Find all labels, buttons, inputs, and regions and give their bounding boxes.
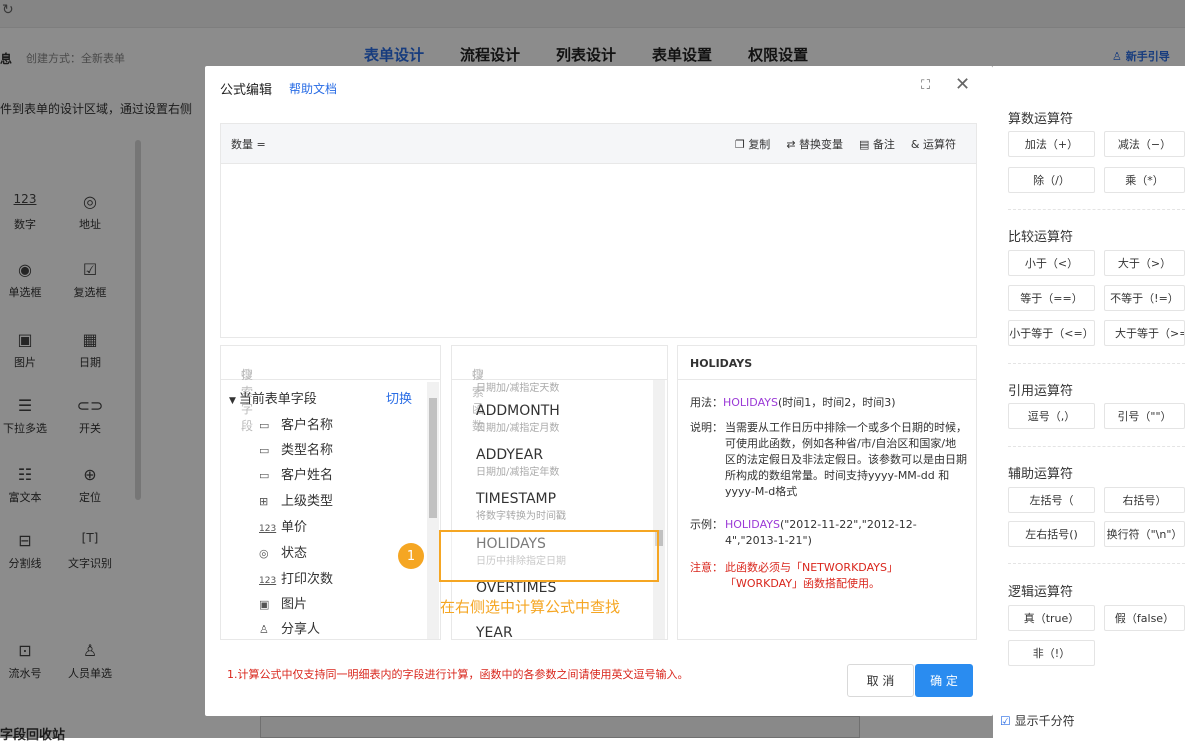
- close-icon[interactable]: ✕: [955, 74, 970, 95]
- op-newline-button[interactable]: 换行符（"\n"）: [1104, 521, 1185, 547]
- op-greater-equal-button[interactable]: 大于等于（>=: [1104, 320, 1185, 346]
- caret-down-icon: ▼: [229, 396, 239, 406]
- replace-icon: ⇄: [786, 138, 800, 151]
- detail-note: 此函数必须与「NETWORKDAYS」「WORKDAY」函数搭配使用。: [725, 561, 898, 590]
- switch-link[interactable]: 切换: [386, 388, 412, 407]
- show-thousands-separator[interactable]: ☑ 显示千分符: [1000, 712, 1075, 729]
- section-arithmetic: 算数运算符: [1008, 112, 1074, 127]
- editor-toolbar: 数量 = ❐ 复制 ⇄ 替换变量 ▤ 备注 & 运算符: [221, 124, 976, 164]
- section-auxiliary: 辅助运算符: [1008, 467, 1074, 482]
- operator-divider: [1008, 563, 1185, 564]
- op-add-button[interactable]: 加法（+）: [1008, 131, 1095, 157]
- function-scrollbar[interactable]: [653, 380, 665, 639]
- op-greater-button[interactable]: 大于（>）: [1104, 250, 1185, 276]
- section-logic: 逻辑运算符: [1008, 585, 1074, 600]
- field-panel: ○ 搜索字段 ▼ 当前表单字段 切换 ▭ 客户名称 ▭ 类型名称 ▭ 客户姓名 ⊞ 上级…: [220, 345, 441, 640]
- function-item[interactable]: 日期加/减指定天数: [476, 379, 646, 394]
- tutorial-step-number: 1: [398, 543, 424, 569]
- formula-target-label: 数量 =: [231, 138, 266, 151]
- op-less-button[interactable]: 小于（<）: [1008, 250, 1095, 276]
- function-item[interactable]: OVERTIMES: [476, 580, 646, 596]
- function-item[interactable]: TIMESTAMP 将数字转换为时间戳: [476, 491, 646, 522]
- detail-example: HOLIDAYS("2012-11-22","2012-12-4","2013-…: [725, 518, 917, 547]
- function-item[interactable]: ADDYEAR 日期加/减指定年数: [476, 447, 646, 478]
- field-group-current[interactable]: ▼ 当前表单字段: [229, 388, 317, 407]
- field-item[interactable]: ♙ 分享人: [259, 618, 320, 637]
- detail-example-label: 示例：: [690, 518, 723, 531]
- field-item[interactable]: 123 单价: [259, 516, 307, 535]
- tree-icon: ⊞: [259, 495, 269, 508]
- function-search-input[interactable]: ○ 搜索函数: [452, 346, 667, 433]
- operator-button[interactable]: & 运算符: [911, 136, 956, 152]
- field-item[interactable]: ◎ 状态: [259, 542, 307, 561]
- copy-button[interactable]: ❐ 复制: [735, 136, 770, 152]
- detail-description: 当需要从工作日历中排除一个或多个日期的时候，可使用此函数，例如各种省/市/自治区…: [725, 421, 967, 498]
- help-doc-link[interactable]: 帮助文档: [289, 80, 337, 97]
- text-field-icon: ▭: [259, 444, 270, 457]
- replace-variable-button[interactable]: ⇄ 替换变量: [786, 136, 843, 152]
- operator-icon: &: [910, 138, 923, 151]
- function-item[interactable]: ADDMONTH 日期加/减指定月数: [476, 403, 646, 434]
- field-item[interactable]: ▭ 类型名称: [259, 439, 333, 458]
- image-icon: ▣: [259, 598, 270, 611]
- text-field-icon: ▭: [259, 419, 270, 432]
- function-item[interactable]: YEAR: [476, 625, 646, 639]
- dialog-title: 公式编辑: [220, 83, 273, 98]
- operator-divider: [1008, 363, 1185, 364]
- op-paren-pair-button[interactable]: 左右括号(): [1008, 521, 1095, 547]
- op-not-equal-button[interactable]: 不等于（!=）: [1104, 285, 1185, 311]
- formula-editor[interactable]: 数量 = ❐ 复制 ⇄ 替换变量 ▤ 备注 & 运算符: [220, 123, 977, 338]
- field-item[interactable]: ▣ 图片: [259, 593, 307, 612]
- detail-note-label: 注意：: [690, 561, 723, 574]
- field-item[interactable]: ▭ 客户姓名: [259, 464, 333, 483]
- op-subtract-button[interactable]: 减法（−）: [1104, 131, 1185, 157]
- op-equal-button[interactable]: 等于（==）: [1008, 285, 1095, 311]
- tutorial-caption: 在右侧选中计算公式中查找: [440, 598, 621, 616]
- formula-editor-dialog: 公式编辑 帮助文档 ⛶ ✕ 数量 = ❐ 复制 ⇄ 替换变量 ▤ 备注 & 运算…: [205, 66, 993, 716]
- text-field-icon: ▭: [259, 469, 270, 482]
- radio-icon: ◎: [259, 547, 269, 560]
- copy-icon: ❐: [734, 138, 749, 151]
- op-multiply-button[interactable]: 乘（*）: [1104, 167, 1185, 193]
- op-quote-button[interactable]: 引号（""）: [1104, 403, 1185, 429]
- operator-divider: [1008, 209, 1185, 210]
- person-icon: ♙: [259, 623, 269, 636]
- tutorial-highlight-box: [439, 530, 659, 582]
- op-less-equal-button[interactable]: 小于等于（<=）: [1008, 320, 1095, 346]
- op-divide-button[interactable]: 除（/）: [1008, 167, 1095, 193]
- detail-title: HOLIDAYS: [678, 346, 976, 380]
- note-icon: ▤: [859, 138, 873, 151]
- number-icon: 123: [259, 576, 277, 586]
- confirm-button[interactable]: 确 定: [915, 664, 973, 697]
- section-comparison: 比较运算符: [1008, 230, 1074, 245]
- field-item[interactable]: ⊞ 上级类型: [259, 490, 333, 509]
- function-detail-panel: HOLIDAYS 用法：HOLIDAYS(时间1，时间2，时间3) 说明： 当需…: [677, 345, 977, 640]
- operator-divider: [1008, 446, 1185, 447]
- field-item[interactable]: ▭ 客户名称: [259, 414, 333, 433]
- op-false-button[interactable]: 假（false）: [1104, 605, 1185, 631]
- detail-usage: 用法：HOLIDAYS(时间1，时间2，时间3): [690, 396, 896, 409]
- cancel-button[interactable]: 取 消: [847, 664, 914, 697]
- remark-button[interactable]: ▤ 备注: [859, 136, 895, 152]
- editor-tools: ❐ 复制 ⇄ 替换变量 ▤ 备注 & 运算符: [735, 136, 956, 152]
- number-icon: 123: [259, 524, 277, 534]
- op-true-button[interactable]: 真（true）: [1008, 605, 1095, 631]
- checkbox-icon: ☑: [1000, 714, 1015, 728]
- op-right-paren-button[interactable]: 右括号）: [1104, 487, 1185, 513]
- field-item[interactable]: 123 打印次数: [259, 568, 333, 587]
- op-not-button[interactable]: 非（!）: [1008, 640, 1095, 666]
- section-reference: 引用运算符: [1008, 384, 1074, 399]
- field-search-input[interactable]: ○ 搜索字段: [221, 346, 440, 433]
- fullscreen-icon[interactable]: ⛶: [921, 78, 930, 93]
- detail-desc-label: 说明：: [690, 421, 723, 434]
- scrollbar-thumb[interactable]: [429, 398, 437, 518]
- op-comma-button[interactable]: 逗号（,）: [1008, 403, 1095, 429]
- field-scrollbar[interactable]: [427, 382, 439, 639]
- op-left-paren-button[interactable]: 左括号（: [1008, 487, 1095, 513]
- formula-hint: 1.计算公式中仅支持同一明细表内的字段进行计算，函数中的各参数之间请使用英文逗号…: [227, 668, 689, 681]
